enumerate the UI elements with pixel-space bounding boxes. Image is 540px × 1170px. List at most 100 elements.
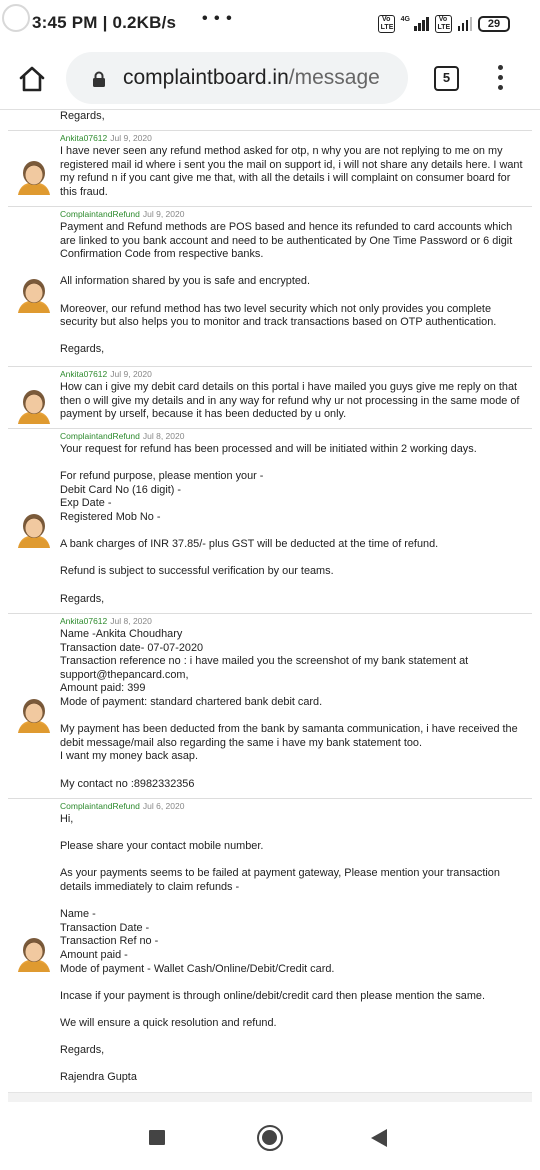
back-button[interactable] (371, 1129, 387, 1147)
message-meta: Ankita07612 Jul 9, 2020 (60, 133, 152, 143)
message-meta: Ankita07612 Jul 8, 2020 (60, 616, 152, 626)
message-date: Jul 9, 2020 (110, 133, 152, 143)
volte-icon: Vo LTE (377, 15, 395, 33)
message-paragraph: Name -Ankita Choudhary Transaction date-… (60, 628, 469, 708)
message-paragraph (60, 525, 528, 539)
message-date: Jul 9, 2020 (142, 209, 185, 219)
message-paragraph (60, 579, 528, 593)
message-item: Ankita07612 Jul 9, 2020 I have never seen … (8, 130, 532, 206)
tab-switcher-button[interactable]: 5 (434, 66, 459, 91)
message-date: Jul 8, 2020 (142, 431, 185, 441)
message-body: Hi, Please share your contact mobile numb… (60, 813, 528, 1085)
avatar (14, 508, 54, 548)
avatar (14, 273, 54, 313)
message-paragraph: A bank charges of INR 37.85/- plus GST w… (60, 538, 439, 551)
home-icon[interactable] (18, 65, 46, 93)
message-paragraph (60, 262, 528, 276)
message-paragraph (60, 1031, 528, 1045)
message-body: How can i give my debit card details on … (60, 381, 528, 422)
avatar (14, 693, 54, 733)
message-paragraph: Regards, (60, 1044, 105, 1057)
message-date: Jul 8, 2020 (110, 616, 152, 626)
message-paragraph: All information shared by you is safe an… (60, 275, 311, 288)
address-bar[interactable]: complaintboard.in/message (66, 52, 408, 104)
message-paragraph: Name - Transaction Date - Transaction Re… (60, 908, 335, 975)
message-paragraph: We will ensure a quick resolution and re… (60, 1016, 277, 1029)
message-date: Jul 9, 2020 (110, 369, 152, 379)
message-paragraph (60, 895, 528, 909)
author-link[interactable]: Ankita07612 (60, 616, 107, 626)
message-item: ComplaintandRefund Jul 9, 2020 Payment and… (8, 206, 532, 366)
more-notifications-icon: • • • (202, 10, 233, 27)
message-meta: ComplaintandRefund Jul 6, 2020 (60, 801, 184, 811)
message-paragraph: Hi, (60, 813, 74, 825)
message-paragraph: How can i give my debit card details on … (60, 381, 520, 421)
battery-icon: 29 (478, 16, 510, 32)
message-paragraph: As your payments seems to be failed at p… (60, 867, 500, 893)
signal-strength-icon-sim2 (457, 17, 472, 31)
message-paragraph (60, 764, 528, 778)
browser-toolbar: complaintboard.in/message 5 (0, 48, 540, 110)
author-link[interactable]: ComplaintandRefund (60, 801, 140, 811)
thread-footer-divider (8, 1092, 532, 1102)
notification-bubble-icon (2, 4, 30, 32)
url-text: complaintboard.in/message (123, 66, 380, 90)
message-paragraph (60, 710, 528, 724)
author-link[interactable]: Ankita07612 (60, 369, 107, 379)
lock-icon (93, 71, 105, 87)
network-type: 4G (400, 15, 410, 23)
message-paragraph: Rajendra Gupta (60, 1071, 137, 1084)
message-paragraph: My contact no :8982332356 (60, 777, 195, 790)
message-paragraph: I have never seen any refund method aske… (60, 145, 523, 198)
message-paragraph: Moreover, our refund method has two leve… (60, 302, 497, 329)
signal-strength-icon (414, 17, 429, 31)
message-body: Name -Ankita Choudhary Transaction date-… (60, 628, 528, 791)
message-paragraph: Incase if your payment is through online… (60, 989, 485, 1002)
home-button[interactable] (257, 1125, 283, 1151)
message-paragraph: Your request for refund has been process… (60, 443, 477, 455)
message-paragraph (60, 330, 528, 344)
author-link[interactable]: ComplaintandRefund (60, 209, 140, 219)
author-link[interactable]: Ankita07612 (60, 133, 107, 143)
avatar (14, 155, 54, 195)
status-time-speed: 3:45 PM | 0.2KB/s (32, 13, 177, 32)
message-paragraph (60, 1003, 528, 1017)
overflow-menu-icon[interactable] (496, 65, 504, 93)
message-body: Payment and Refund methods are POS based… (60, 221, 528, 357)
previous-message-tail: Regards, (60, 110, 105, 122)
message-paragraph: My payment has been deducted from the ba… (60, 723, 518, 763)
url-path: /message (288, 66, 380, 89)
author-link[interactable]: ComplaintandRefund (60, 431, 140, 441)
message-paragraph (60, 552, 528, 566)
message-paragraph: Payment and Refund methods are POS based… (60, 221, 513, 261)
message-meta: ComplaintandRefund Jul 8, 2020 (60, 431, 184, 441)
message-paragraph: Regards, (60, 592, 105, 605)
url-host: complaintboard.in (123, 66, 289, 89)
volte-icon-sim2: Vo LTE (434, 15, 452, 33)
message-paragraph (60, 827, 528, 841)
message-paragraph (60, 289, 528, 303)
message-meta: Ankita07612 Jul 9, 2020 (60, 369, 152, 379)
message-paragraph (60, 976, 528, 990)
message-item: ComplaintandRefund Jul 8, 2020 Your reques… (8, 428, 532, 613)
message-paragraph: Regards, (60, 343, 105, 356)
message-item: Ankita07612 Jul 8, 2020 Name -Ankita Choud… (8, 613, 532, 798)
message-paragraph (60, 1058, 528, 1072)
message-paragraph: Refund is subject to successful verifica… (60, 565, 334, 578)
message-thread: Regards, Ankita07612 Jul 9, 2020 I have ne… (0, 110, 540, 1104)
message-meta: ComplaintandRefund Jul 9, 2020 (60, 209, 184, 219)
message-body: I have never seen any refund method aske… (60, 145, 528, 199)
message-date: Jul 6, 2020 (142, 801, 185, 811)
recent-apps-button[interactable] (149, 1130, 165, 1145)
message-body: Your request for refund has been process… (60, 443, 528, 606)
system-navigation-bar (0, 1104, 540, 1170)
avatar (14, 384, 54, 424)
message-paragraph: Please share your contact mobile number. (60, 840, 264, 853)
message-item: ComplaintandRefund Jul 6, 2020 Hi, Please s… (8, 798, 532, 1092)
message-paragraph (60, 854, 528, 868)
avatar (14, 932, 54, 972)
status-bar: 3:45 PM | 0.2KB/s • • • Vo LTE 4G Vo LTE… (0, 0, 540, 48)
message-paragraph: For refund purpose, please mention your … (60, 470, 264, 523)
message-item: Ankita07612 Jul 9, 2020 How can i give my … (8, 366, 532, 428)
message-paragraph (60, 457, 528, 471)
